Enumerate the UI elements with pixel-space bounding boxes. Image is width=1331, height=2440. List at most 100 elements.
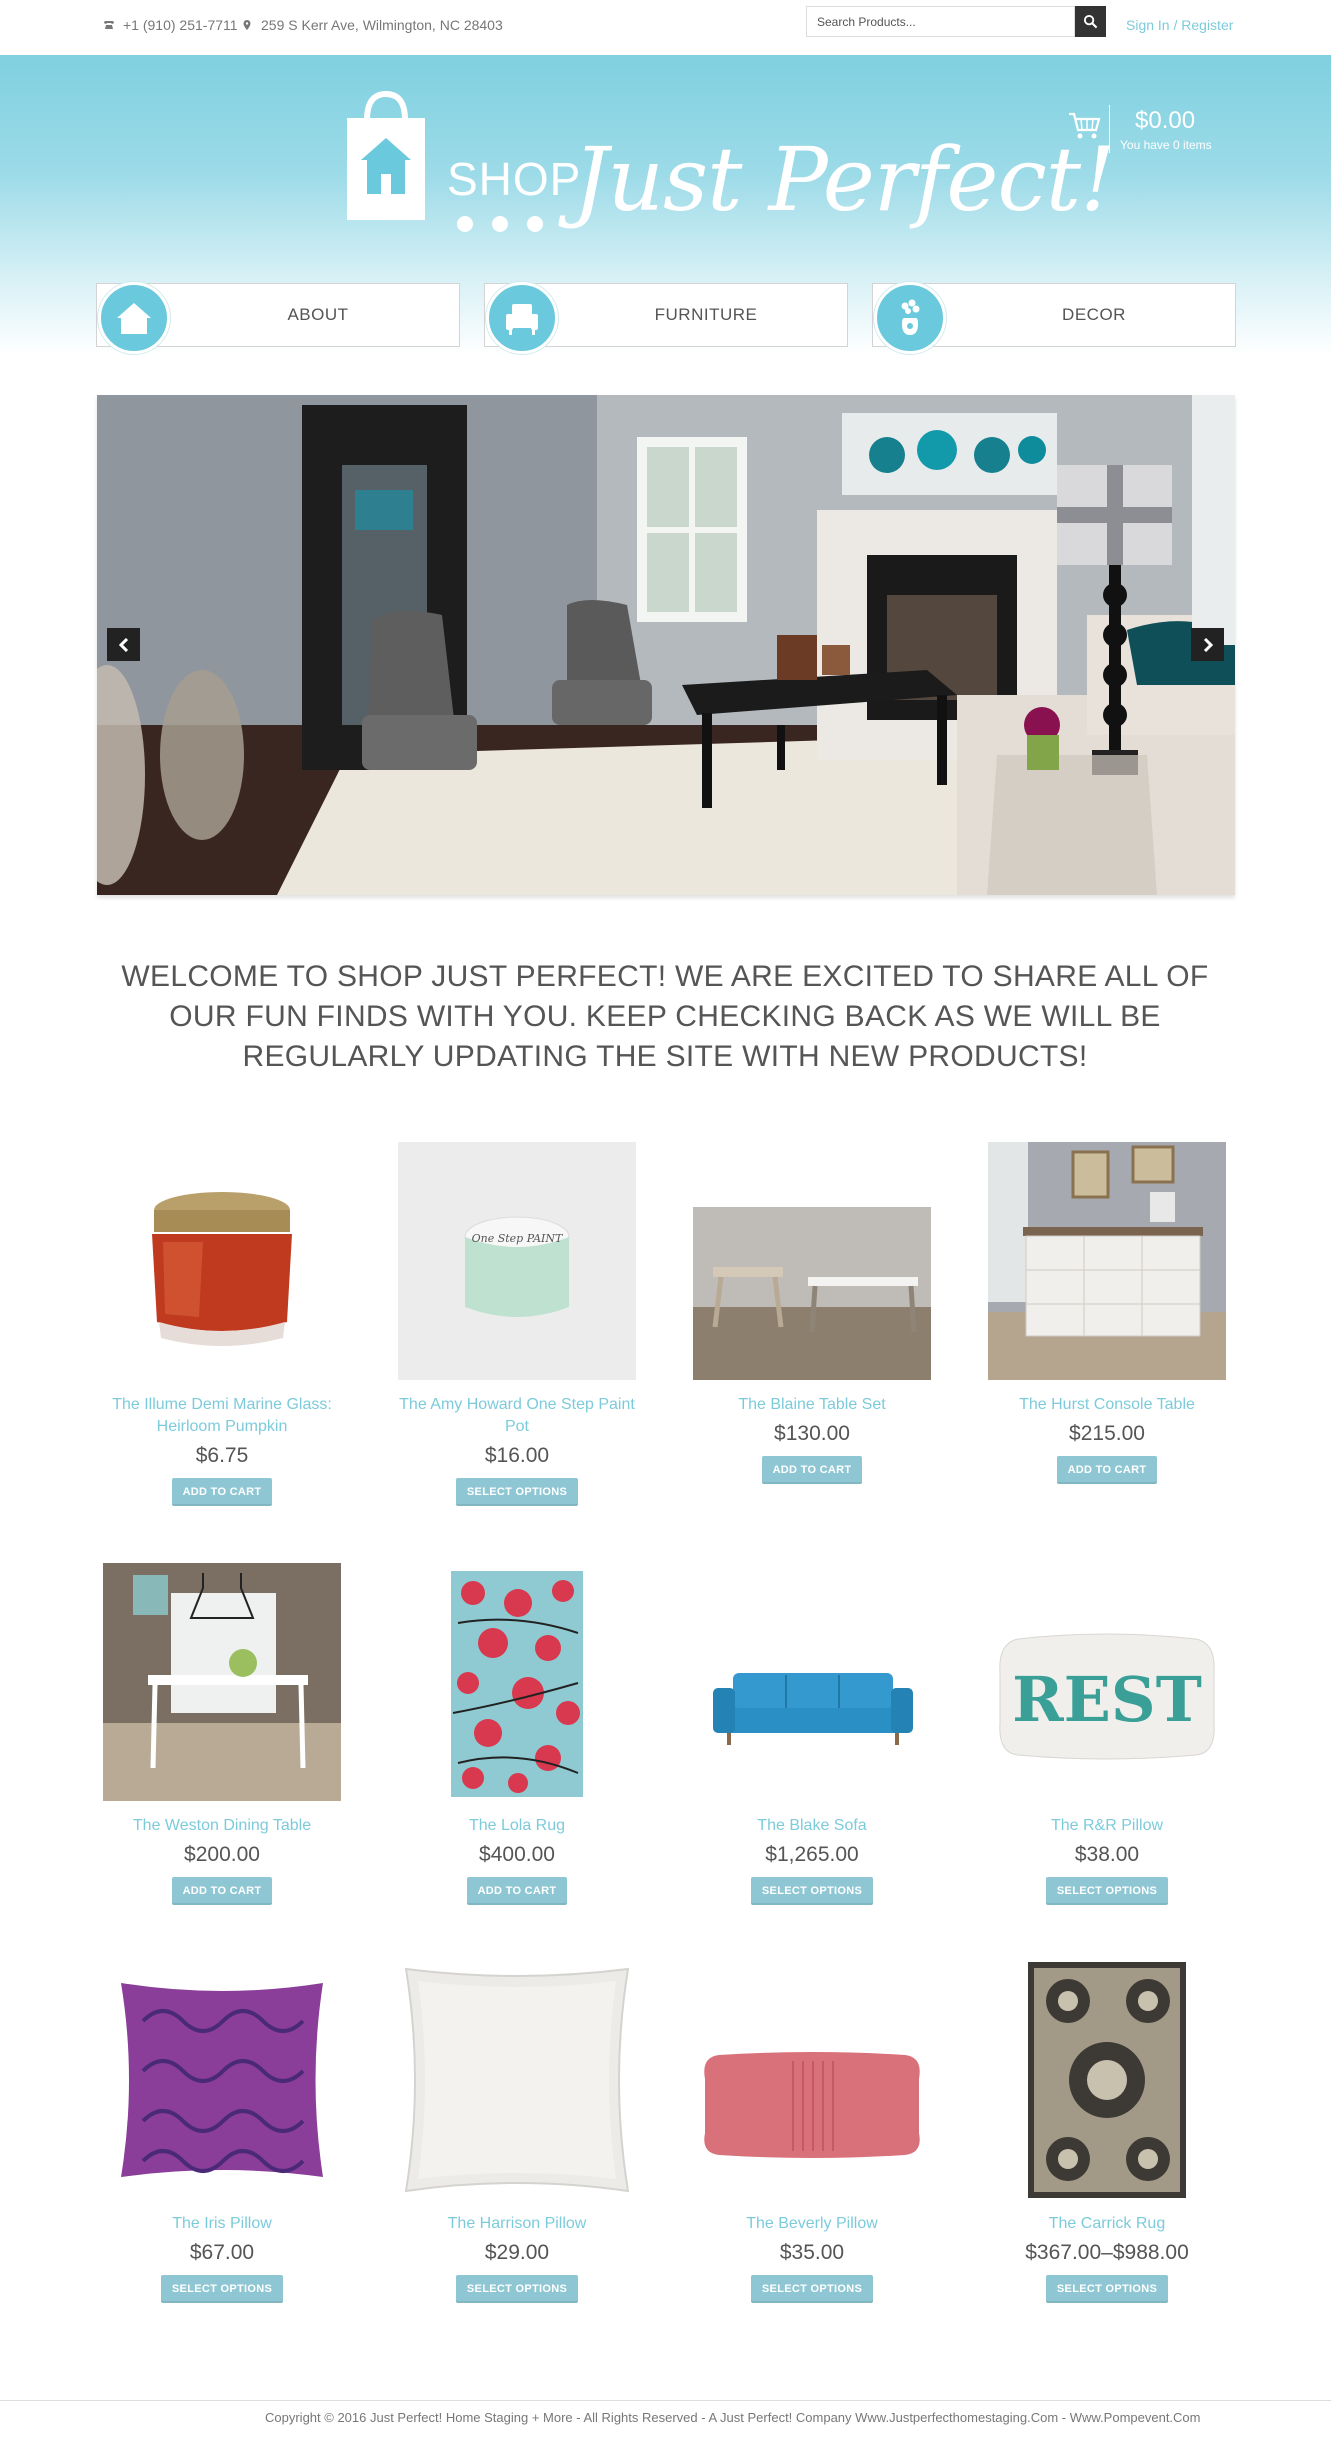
pink-pillow-image[interactable] [693, 1961, 931, 2199]
product-name[interactable]: The Lola Rug [392, 1815, 642, 1837]
sign-in-link[interactable]: Sign In [1126, 17, 1170, 33]
slider-next-button[interactable] [1191, 628, 1224, 661]
paint-pot-image[interactable]: One Step PAINT [398, 1142, 636, 1380]
product-card: The Beverly Pillow $35.00 SELECT OPTIONS [687, 1961, 937, 2303]
white-pillow-image[interactable] [398, 1961, 636, 2199]
product-name[interactable]: The Amy Howard One Step Paint Pot [392, 1394, 642, 1438]
register-link[interactable]: Register [1181, 17, 1233, 33]
welcome-message: WELCOME TO SHOP JUST PERFECT! WE ARE EXC… [121, 960, 1209, 1073]
product-card: The Blake Sofa $1,265.00 SELECT OPTIONS [687, 1563, 937, 1905]
cart-icon [1069, 112, 1101, 139]
product-name[interactable]: The Beverly Pillow [687, 2213, 937, 2235]
paint-pot-label: One Step PAINT [472, 1232, 564, 1245]
chevron-left-icon [118, 637, 128, 652]
product-price: $1,265.00 [765, 1843, 859, 1866]
nav-decor-circle [874, 282, 946, 354]
product-name[interactable]: The Harrison Pillow [392, 2213, 642, 2235]
nav-about-circle [98, 282, 170, 354]
nav-furniture-circle [486, 282, 558, 354]
logo-script-text: Just Perfect! [573, 128, 1116, 231]
select-options-button[interactable]: SELECT OPTIONS [160, 2275, 284, 2303]
add-to-cart-button[interactable]: ADD TO CART [1056, 1456, 1158, 1484]
add-to-cart-button[interactable]: ADD TO CART [171, 1478, 273, 1506]
logo-dots [457, 216, 543, 232]
map-pin-icon [243, 20, 251, 30]
top-bar: +1 (910) 251-7711 259 S Kerr Ave, Wilmin… [0, 0, 1331, 55]
product-card: The Illume Demi Marine Glass: Heirloom P… [97, 1142, 347, 1506]
product-price: $200.00 [184, 1843, 260, 1866]
product-price: $67.00 [189, 2241, 255, 2264]
product-name[interactable]: The Iris Pillow [97, 2213, 347, 2235]
product-card: The Carrick Rug $367.00–$988.00 SELECT O… [982, 1961, 1232, 2303]
armchair-icon [506, 304, 538, 335]
site-logo[interactable]: SHOP Just Perfect! [345, 90, 1116, 240]
flower-vase-icon [901, 299, 920, 335]
mini-cart[interactable]: $0.00 You have 0 items [1068, 105, 1228, 155]
shopping-bag-logo-icon [347, 90, 425, 220]
floral-rug-image[interactable] [398, 1563, 636, 1801]
nav-furniture[interactable]: FURNITURE [484, 282, 848, 354]
product-card: The Hurst Console Table $215.00 ADD TO C… [982, 1142, 1232, 1484]
house-icon [117, 303, 151, 334]
table-set-image[interactable] [693, 1142, 931, 1380]
product-name[interactable]: The R&R Pillow [982, 1815, 1232, 1837]
account-separator: / [1169, 17, 1182, 33]
select-options-button[interactable]: SELECT OPTIONS [1045, 2275, 1169, 2303]
product-name[interactable]: The Blaine Table Set [687, 1394, 937, 1416]
phone-icon [104, 21, 114, 29]
account-links: Sign In / Register [1126, 17, 1233, 33]
contact-phone[interactable]: +1 (910) 251-7711 [103, 17, 238, 33]
dining-table-image[interactable] [103, 1563, 341, 1801]
product-price: $400.00 [479, 1843, 555, 1866]
pillow-rest-text: REST [1012, 1663, 1202, 1736]
product-card: The Blaine Table Set $130.00 ADD TO CART [687, 1142, 937, 1484]
footer-divider [0, 2400, 1331, 2401]
nav-furniture-label: FURNITURE [654, 305, 758, 324]
nav-about[interactable]: ABOUT [96, 282, 460, 354]
slider-prev-button[interactable] [107, 628, 140, 661]
product-name[interactable]: The Weston Dining Table [97, 1815, 347, 1837]
product-price: $367.00–$988.00 [1025, 2241, 1189, 2264]
phone-number: +1 (910) 251-7711 [123, 17, 238, 33]
cart-item-count: You have 0 items [1120, 138, 1212, 152]
footer-copyright: Copyright © 2016 Just Perfect! Home Stag… [265, 2410, 1201, 2425]
product-name[interactable]: The Illume Demi Marine Glass: Heirloom P… [97, 1394, 347, 1438]
contact-address[interactable]: 259 S Kerr Ave, Wilmington, NC 28403 [241, 17, 503, 33]
nav-about-label: ABOUT [287, 305, 349, 324]
add-to-cart-button[interactable]: ADD TO CART [761, 1456, 863, 1484]
product-price: $16.00 [484, 1444, 550, 1467]
console-table-image[interactable] [988, 1142, 1226, 1380]
add-to-cart-button[interactable]: ADD TO CART [466, 1877, 568, 1905]
product-price: $35.00 [779, 2241, 845, 2264]
add-to-cart-button[interactable]: ADD TO CART [171, 1877, 273, 1905]
product-card: The Iris Pillow $67.00 SELECT OPTIONS [97, 1961, 347, 2303]
product-price: $215.00 [1069, 1422, 1145, 1445]
blue-sofa-image[interactable] [693, 1563, 931, 1801]
product-card: The Weston Dining Table $200.00 ADD TO C… [97, 1563, 347, 1905]
select-options-button[interactable]: SELECT OPTIONS [750, 1877, 874, 1905]
chevron-right-icon [1203, 637, 1213, 652]
address-text: 259 S Kerr Ave, Wilmington, NC 28403 [261, 17, 503, 33]
product-name[interactable]: The Carrick Rug [982, 2213, 1232, 2235]
search-form [806, 6, 1106, 37]
hero-slider[interactable] [97, 395, 1235, 895]
select-options-button[interactable]: SELECT OPTIONS [1045, 1877, 1169, 1905]
product-card: One Step PAINT The Amy Howard One Step P… [392, 1142, 642, 1506]
search-icon [1083, 14, 1098, 29]
nav-decor-label: DECOR [1062, 305, 1126, 324]
product-name[interactable]: The Blake Sofa [687, 1815, 937, 1837]
nav-decor[interactable]: DECOR [872, 282, 1236, 354]
logo-shop-text: SHOP [447, 153, 582, 205]
search-button[interactable] [1075, 6, 1106, 37]
product-name[interactable]: The Hurst Console Table [982, 1394, 1232, 1416]
rest-pillow-image[interactable]: REST [988, 1563, 1226, 1801]
product-price: $6.75 [195, 1444, 249, 1467]
candle-jar-image[interactable] [103, 1142, 341, 1380]
select-options-button[interactable]: SELECT OPTIONS [750, 2275, 874, 2303]
product-price: $29.00 [484, 2241, 550, 2264]
search-input[interactable] [806, 6, 1075, 37]
purple-pillow-image[interactable] [103, 1961, 341, 2199]
carrick-rug-image[interactable] [988, 1961, 1226, 2199]
select-options-button[interactable]: SELECT OPTIONS [455, 2275, 579, 2303]
select-options-button[interactable]: SELECT OPTIONS [455, 1478, 579, 1506]
